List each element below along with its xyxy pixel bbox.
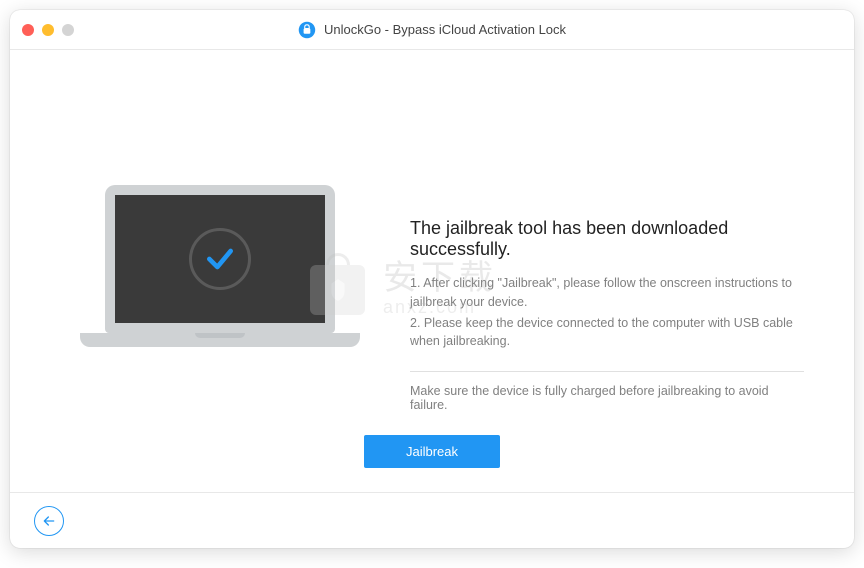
laptop-illustration	[80, 185, 360, 347]
window-controls	[22, 24, 74, 36]
instruction-step-1: 1. After clicking "Jailbreak", please fo…	[410, 274, 804, 312]
window-title: UnlockGo - Bypass iCloud Activation Lock	[324, 22, 566, 37]
title-center: UnlockGo - Bypass iCloud Activation Lock	[298, 21, 566, 39]
content-area: The jailbreak tool has been downloaded s…	[10, 50, 854, 488]
titlebar: UnlockGo - Bypass iCloud Activation Lock	[10, 10, 854, 50]
divider	[410, 371, 804, 372]
back-button[interactable]	[34, 506, 64, 536]
close-button[interactable]	[22, 24, 34, 36]
success-heading: The jailbreak tool has been downloaded s…	[410, 218, 804, 260]
illustration-panel	[60, 90, 380, 488]
jailbreak-button[interactable]: Jailbreak	[364, 435, 500, 468]
laptop-notch	[195, 333, 245, 338]
maximize-button[interactable]	[62, 24, 74, 36]
button-area: Jailbreak	[10, 435, 854, 468]
instruction-step-2: 2. Please keep the device connected to t…	[410, 314, 804, 352]
app-window: UnlockGo - Bypass iCloud Activation Lock	[10, 10, 854, 548]
checkmark-circle-icon	[189, 228, 251, 290]
checkmark-icon	[204, 243, 236, 275]
minimize-button[interactable]	[42, 24, 54, 36]
laptop-base	[80, 333, 360, 347]
arrow-left-icon	[41, 513, 57, 529]
app-icon	[298, 21, 316, 39]
text-panel: The jailbreak tool has been downloaded s…	[380, 90, 804, 488]
laptop-screen	[105, 185, 335, 333]
footer	[10, 492, 854, 548]
warning-text: Make sure the device is fully charged be…	[410, 384, 804, 412]
